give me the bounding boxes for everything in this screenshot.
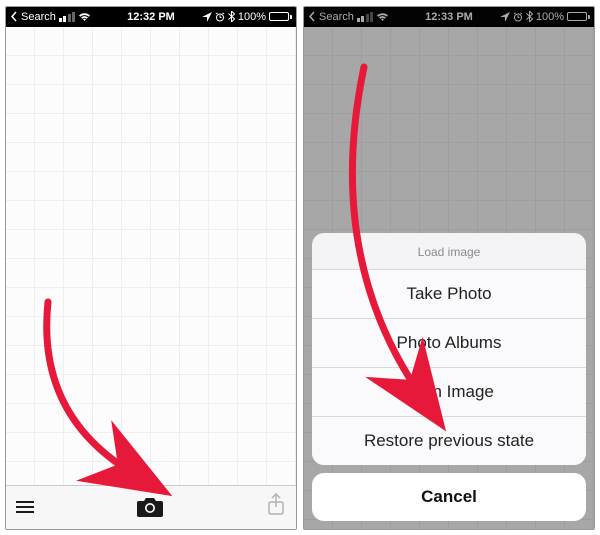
- wifi-icon: [78, 12, 91, 22]
- signal-strength-icon: [59, 12, 76, 22]
- drawing-canvas[interactable]: [6, 27, 296, 485]
- battery-icon: [269, 12, 292, 21]
- bluetooth-icon: [228, 11, 235, 22]
- action-sheet-title: Load image: [312, 233, 586, 269]
- camera-button[interactable]: [128, 485, 172, 529]
- clock: 12:32 PM: [127, 11, 175, 23]
- restore-state-option[interactable]: Restore previous state: [312, 416, 586, 465]
- photo-albums-option[interactable]: Photo Albums: [312, 318, 586, 367]
- alarm-icon: [215, 12, 225, 22]
- annotation-arrow: [6, 27, 297, 507]
- right-phone-screenshot: Search 12:33 PM 100%: [303, 6, 595, 530]
- location-icon: [202, 12, 212, 22]
- toolbar: [6, 485, 296, 529]
- back-chevron-icon[interactable]: [10, 11, 18, 22]
- back-label[interactable]: Search: [21, 11, 56, 23]
- left-phone-screenshot: Search 12:32 PM 100%: [5, 6, 297, 530]
- menu-button[interactable]: [16, 498, 34, 516]
- modal-overlay[interactable]: Load image Take Photo Photo Albums Plain…: [304, 7, 594, 529]
- plain-image-option[interactable]: Plain Image: [312, 367, 586, 416]
- status-bar: Search 12:32 PM 100%: [6, 7, 296, 27]
- share-button[interactable]: [266, 493, 286, 522]
- battery-percentage: 100%: [238, 11, 266, 23]
- cancel-button[interactable]: Cancel: [312, 473, 586, 521]
- take-photo-option[interactable]: Take Photo: [312, 269, 586, 318]
- action-sheet: Load image Take Photo Photo Albums Plain…: [312, 233, 586, 465]
